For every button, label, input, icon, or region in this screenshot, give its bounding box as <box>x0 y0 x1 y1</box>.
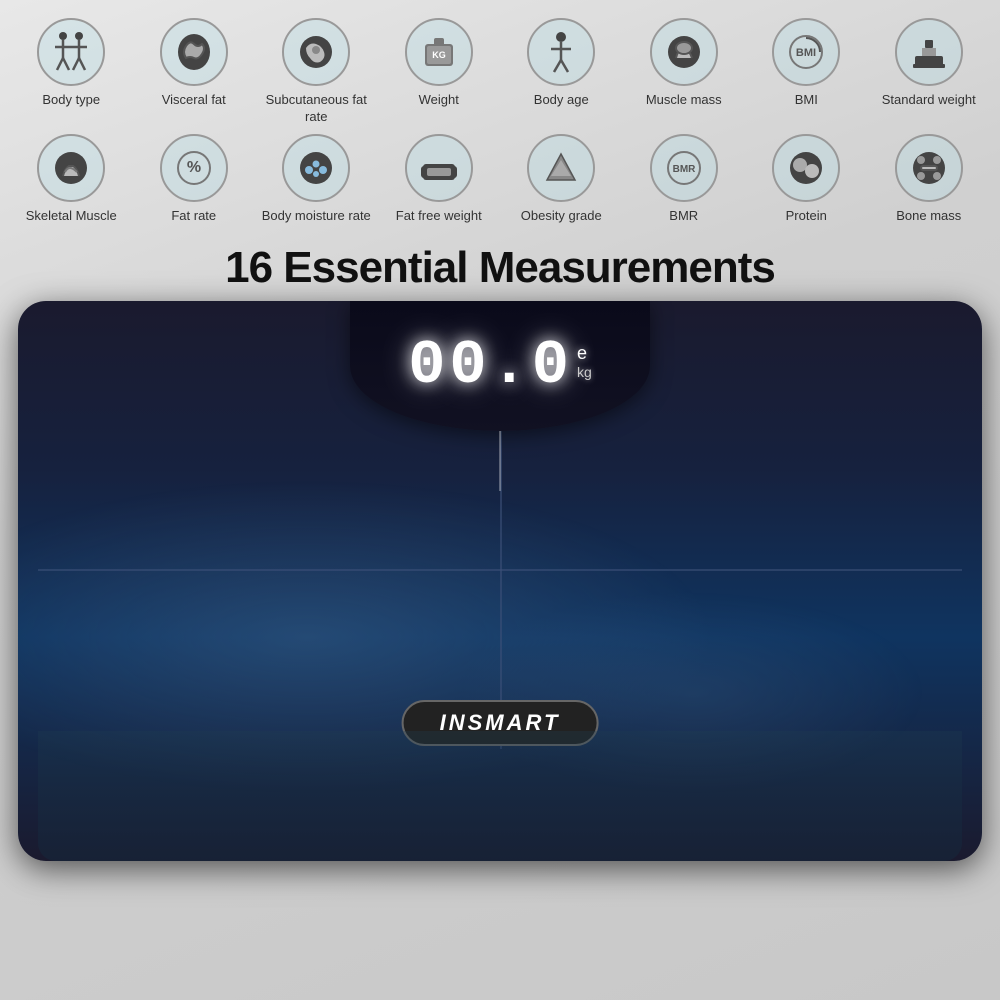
icon-item-bmr: BMR BMR <box>629 134 739 225</box>
fat-free-weight-circle <box>405 134 473 202</box>
subcutaneous-label: Subcutaneous fat rate <box>261 92 371 126</box>
weight-label: Weight <box>419 92 459 109</box>
body-age-circle <box>527 18 595 86</box>
scale-display: 00.0 e kg <box>408 335 592 397</box>
icon-item-body-moisture: Body moisture rate <box>261 134 371 225</box>
heading-section: 16 Essential Measurements <box>0 233 1000 301</box>
skeletal-muscle-label: Skeletal Muscle <box>26 208 117 225</box>
bone-mass-label: Bone mass <box>896 208 961 225</box>
svg-text:BMR: BMR <box>672 164 696 175</box>
scale-unit: kg <box>577 364 592 380</box>
bmi-circle: BMI <box>772 18 840 86</box>
svg-text:BMI: BMI <box>796 47 816 59</box>
icon-item-weight: KG Weight <box>384 18 494 109</box>
fat-free-weight-label: Fat free weight <box>396 208 482 225</box>
fat-rate-circle: % <box>160 134 228 202</box>
scale-reading: 00.0 <box>408 335 573 397</box>
body-moisture-circle <box>282 134 350 202</box>
subcutaneous-circle <box>282 18 350 86</box>
icon-item-skeletal-muscle: Skeletal Muscle <box>16 134 126 225</box>
muscle-mass-label: Muscle mass <box>646 92 722 109</box>
obesity-grade-label: Obesity grade <box>521 208 602 225</box>
icon-item-bmi: BMI BMI <box>751 18 861 109</box>
obesity-grade-circle <box>527 134 595 202</box>
icon-item-protein: Protein <box>751 134 861 225</box>
weight-circle: KG <box>405 18 473 86</box>
bmi-label: BMI <box>795 92 818 109</box>
icons-section: Body type Visceral fat <box>0 0 1000 225</box>
body-type-label: Body type <box>42 92 100 109</box>
icons-row-1: Body type Visceral fat <box>10 18 990 126</box>
icon-item-subcutaneous: Subcutaneous fat rate <box>261 18 371 126</box>
icon-item-muscle-mass: Muscle mass <box>629 18 739 109</box>
standard-weight-label: Standard weight <box>882 92 976 109</box>
icon-item-visceral-fat: Visceral fat <box>139 18 249 109</box>
bone-mass-circle <box>895 134 963 202</box>
icon-item-body-age: Body age <box>506 18 616 109</box>
icon-item-fat-free-weight: Fat free weight <box>384 134 494 225</box>
scale-display-notch: 00.0 e kg <box>350 301 650 431</box>
main-heading: 16 Essential Measurements <box>0 243 1000 293</box>
standard-weight-circle <box>895 18 963 86</box>
icon-item-fat-rate: % Fat rate <box>139 134 249 225</box>
svg-text:KG: KG <box>432 50 446 60</box>
muscle-mass-circle <box>650 18 718 86</box>
main-content: Body type Visceral fat <box>0 0 1000 1000</box>
icon-item-obesity-grade: Obesity grade <box>506 134 616 225</box>
icon-item-standard-weight: Standard weight <box>874 18 984 109</box>
visceral-fat-label: Visceral fat <box>162 92 226 109</box>
visceral-fat-circle <box>160 18 228 86</box>
fat-rate-label: Fat rate <box>171 208 216 225</box>
icon-item-bone-mass: Bone mass <box>874 134 984 225</box>
protein-circle <box>772 134 840 202</box>
bmr-label: BMR <box>669 208 698 225</box>
svg-text:%: % <box>187 159 201 176</box>
icons-row-2: Skeletal Muscle % Fat rate <box>10 134 990 225</box>
bmr-circle: BMR <box>650 134 718 202</box>
display-line <box>499 431 501 491</box>
skeletal-muscle-circle <box>37 134 105 202</box>
body-moisture-label: Body moisture rate <box>262 208 371 225</box>
bottom-electrode-section <box>38 731 962 861</box>
scale-device: 00.0 e kg INSMART <box>18 301 982 861</box>
protein-label: Protein <box>786 208 827 225</box>
body-age-label: Body age <box>534 92 589 109</box>
icon-item-body-type: Body type <box>16 18 126 109</box>
scale-superscript: e <box>577 343 587 364</box>
body-type-circle <box>37 18 105 86</box>
